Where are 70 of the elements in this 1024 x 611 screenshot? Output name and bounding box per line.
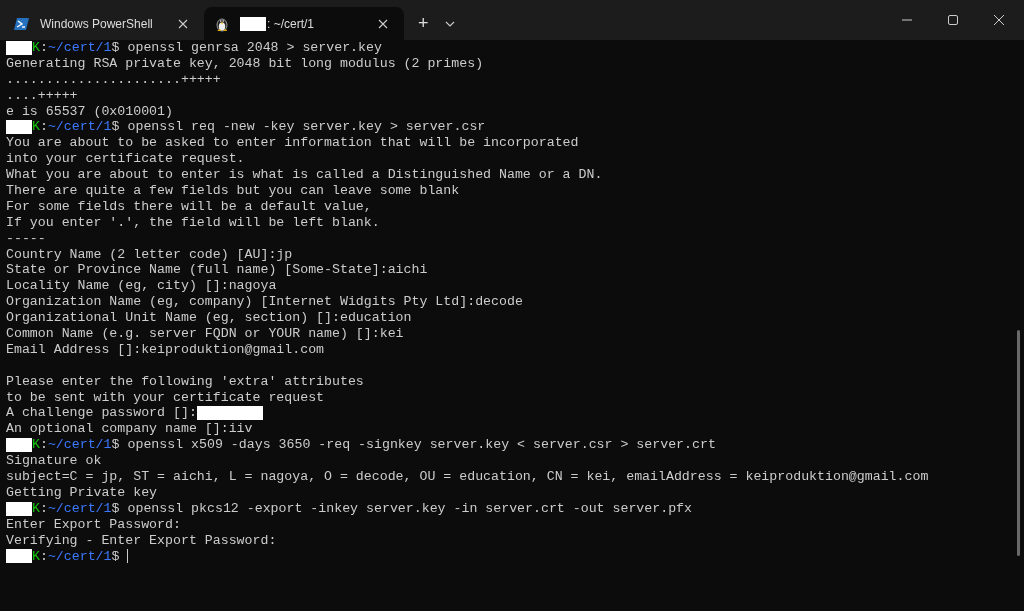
output-text: Please enter the following 'extra' attributes — [6, 373, 364, 390]
tab[interactable]: Windows PowerShell — [4, 7, 204, 40]
scrollbar[interactable] — [1017, 330, 1020, 556]
prompt-host: K — [32, 500, 40, 517]
close-icon[interactable] — [994, 15, 1004, 25]
output-text: Common Name (e.g. server FQDN or YOUR name) []:kei — [6, 326, 404, 342]
prompt-separator: : — [39, 119, 48, 136]
prompt-separator: : — [39, 437, 48, 454]
output-text: Generating RSA private key, 2048 bit long modulus (2 primes) — [6, 55, 484, 72]
redaction-block — [6, 501, 32, 516]
output-text: Getting Private key — [6, 484, 158, 501]
prompt-symbol: $ — [111, 548, 120, 565]
tab-label: Windows PowerShell — [40, 16, 154, 31]
redaction-block — [196, 406, 263, 421]
command-text: openssl pkcs12 -export -inkey server.key -in server.crt -out server.pfx — [127, 500, 693, 517]
prompt-symbol: $ — [111, 437, 120, 454]
output-text: You are about to be asked to enter information that will be incorporated — [6, 135, 579, 152]
output-text: ....+++++ — [6, 87, 78, 104]
output-text: Enter Export Password: — [6, 516, 181, 533]
output-text: Email Address []:keiproduktion@gmail.com — [6, 341, 325, 358]
close-icon[interactable] — [178, 18, 188, 29]
output-text: e is 65537 (0x010001) — [6, 103, 173, 120]
prompt-symbol: $ — [111, 119, 120, 136]
output-text: Signature ok — [6, 453, 102, 470]
prompt-path: ~/cert/1 — [47, 548, 112, 565]
new-tab-button[interactable]: + — [414, 13, 433, 33]
output-text: Verifying - Enter Export Password: — [6, 532, 277, 549]
output-text: subject=C = jp, ST = aichi, L = nagoya, O = decode, OU = education, CN = kei, emailAddress = keiproduktion@gmail.com — [6, 469, 929, 485]
prompt-path: ~/cert/1 — [47, 500, 112, 517]
command-text: openssl req -new -key server.key > server.csr — [127, 119, 486, 136]
output-text: What you are about to enter is what is called a Distinguished Name or a DN. — [6, 167, 603, 184]
prompt-symbol: $ — [111, 500, 120, 517]
prompt-host: K — [32, 40, 40, 56]
output-text: Locality Name (eg, city) []:nagoya — [6, 278, 277, 295]
output-text: ......................+++++ — [6, 71, 221, 88]
maximize-icon[interactable] — [948, 15, 958, 25]
close-icon[interactable] — [378, 18, 388, 29]
output-text: For some fields there will be a default value, — [6, 198, 372, 215]
prompt-separator: : — [39, 40, 48, 56]
prompt-host: K — [32, 548, 40, 565]
prompt-separator: : — [39, 548, 48, 565]
output-text: There are quite a few fields but you can leave some blank — [6, 183, 460, 199]
prompt-host: K — [32, 119, 40, 136]
redaction-block — [6, 40, 32, 55]
output-text: If you enter '.', the field will be left blank. — [6, 214, 380, 231]
output-text: into your certificate request. — [6, 151, 245, 168]
prompt-path: ~/cert/1 — [47, 119, 112, 136]
command-text: openssl x509 -days 3650 -req -signkey server.key < server.csr > server.crt — [127, 437, 716, 454]
prompt-symbol: $ — [111, 40, 120, 56]
prompt-host: K — [32, 437, 40, 454]
tab[interactable]: : ~/cert/1 — [204, 7, 404, 40]
output-text: An optional company name []:iiv — [6, 421, 253, 438]
prompt-separator: : — [39, 500, 48, 517]
redaction-block — [6, 438, 32, 453]
powershell-icon — [14, 15, 30, 32]
output-text: A challenge password []: — [6, 405, 197, 422]
output-text: Organizational Unit Name (eg, section) []:education — [6, 310, 412, 327]
output-text: Organization Name (eg, company) [Internet Widgits Pty Ltd]:decode — [6, 294, 523, 311]
prompt-path: ~/cert/1 — [47, 437, 112, 454]
output-text: ----- — [6, 230, 46, 247]
dropdown-caret-icon[interactable] — [444, 21, 455, 27]
tab-label: : ~/cert/1 — [240, 16, 368, 31]
command-text: openssl genrsa 2048 > server.key — [127, 40, 382, 56]
redaction-block — [6, 120, 32, 135]
output-text: Country Name (2 letter code) [AU]:jp — [6, 246, 293, 263]
output-text: to be sent with your certificate request — [6, 389, 325, 406]
redaction-block — [6, 549, 32, 564]
output-text: State or Province Name (full name) [Some-State]:aichi — [6, 262, 428, 279]
prompt-path: ~/cert/1 — [47, 40, 112, 56]
penguin-icon — [214, 15, 230, 32]
